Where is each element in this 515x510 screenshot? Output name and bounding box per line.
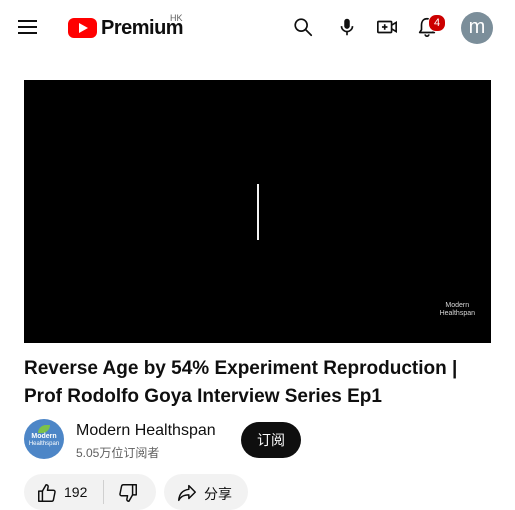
voice-search-button[interactable]	[334, 14, 360, 40]
create-button[interactable]	[374, 14, 400, 40]
loading-indicator	[257, 184, 259, 240]
search-icon	[294, 18, 313, 37]
like-count: 192	[64, 484, 88, 500]
subscriber-count: 5.05万位订阅者	[76, 446, 160, 460]
share-icon	[178, 484, 196, 502]
notification-badge: 4	[428, 14, 446, 32]
leaf-icon	[38, 425, 50, 433]
dislike-button[interactable]	[104, 474, 156, 510]
channel-watermark: Modern Healthspan	[440, 302, 475, 318]
watermark-line1: Modern	[445, 302, 470, 309]
account-avatar[interactable]: m	[461, 12, 493, 44]
video-player[interactable]: Modern Healthspan	[24, 80, 491, 343]
channel-avatar-text1: Modern	[31, 433, 57, 440]
share-label: 分享	[204, 486, 232, 502]
menu-icon[interactable]	[18, 18, 38, 38]
like-button[interactable]: 192	[24, 474, 103, 510]
region-label: HK	[170, 13, 183, 23]
channel-name[interactable]: Modern Healthspan	[76, 422, 216, 440]
create-video-icon	[377, 20, 397, 34]
microphone-icon	[340, 18, 354, 36]
channel-avatar[interactable]: Modern Healthspan	[24, 419, 64, 459]
video-title: Reverse Age by 54% Experiment Reproducti…	[24, 358, 458, 407]
like-dislike-group: 192	[24, 474, 156, 510]
channel-avatar-text2: Healthspan	[28, 441, 60, 447]
youtube-premium-logo[interactable]: Premium	[68, 16, 184, 40]
dislike-icon	[119, 484, 137, 502]
like-icon	[38, 484, 56, 502]
search-button[interactable]	[290, 14, 316, 40]
subscribe-button[interactable]: 订阅	[241, 422, 301, 458]
youtube-logo-icon	[68, 18, 97, 38]
watermark-line2: Healthspan	[439, 310, 475, 317]
share-button[interactable]: 分享	[164, 474, 248, 510]
